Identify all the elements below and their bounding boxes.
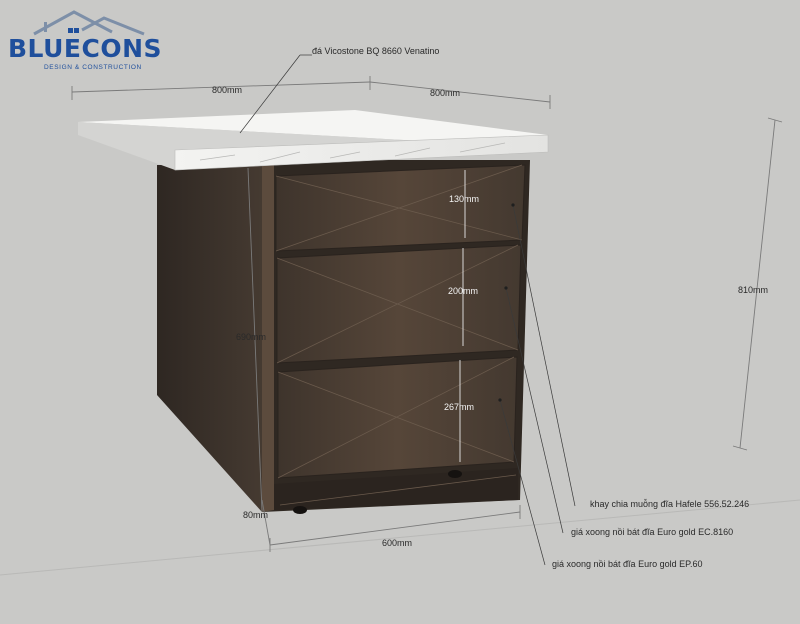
countertop-annotation: đá Vicostone BQ 8660 Venatino [312, 46, 440, 56]
dim-total-height: 810mm [738, 285, 769, 295]
logo-tagline: DESIGN & CONSTRUCTION [44, 64, 142, 71]
dim-top-width-left: 800mm [212, 85, 243, 95]
dim-body-height: 690mm [236, 332, 267, 342]
dim-top-width-right: 800mm [430, 88, 461, 98]
dim-drawer-3: 267mm [444, 402, 475, 412]
tray-annotation: khay chia muỗng đĩa Hafele 556.52.246 [590, 499, 750, 509]
rack-middle-annotation: giá xoong nồi bát đĩa Euro gold EC.8160 [571, 527, 734, 537]
logo-name: BLUECONS [8, 34, 162, 63]
dim-drawer-1: 130mm [449, 194, 480, 204]
dim-body-width: 600mm [382, 538, 413, 548]
cabinet-drawing: BLUECONS DESIGN & CONSTRUCTION đá Vicost… [0, 0, 800, 624]
dim-plinth-height: 80mm [243, 510, 269, 520]
wheel-left [293, 506, 307, 514]
rack-bottom-annotation: giá xoong nồi bát đĩa Euro gold EP.60 [552, 559, 703, 569]
bluecons-logo: BLUECONS DESIGN & CONSTRUCTION [4, 6, 164, 71]
wheel-right [448, 470, 462, 478]
dim-drawer-2: 200mm [448, 286, 479, 296]
